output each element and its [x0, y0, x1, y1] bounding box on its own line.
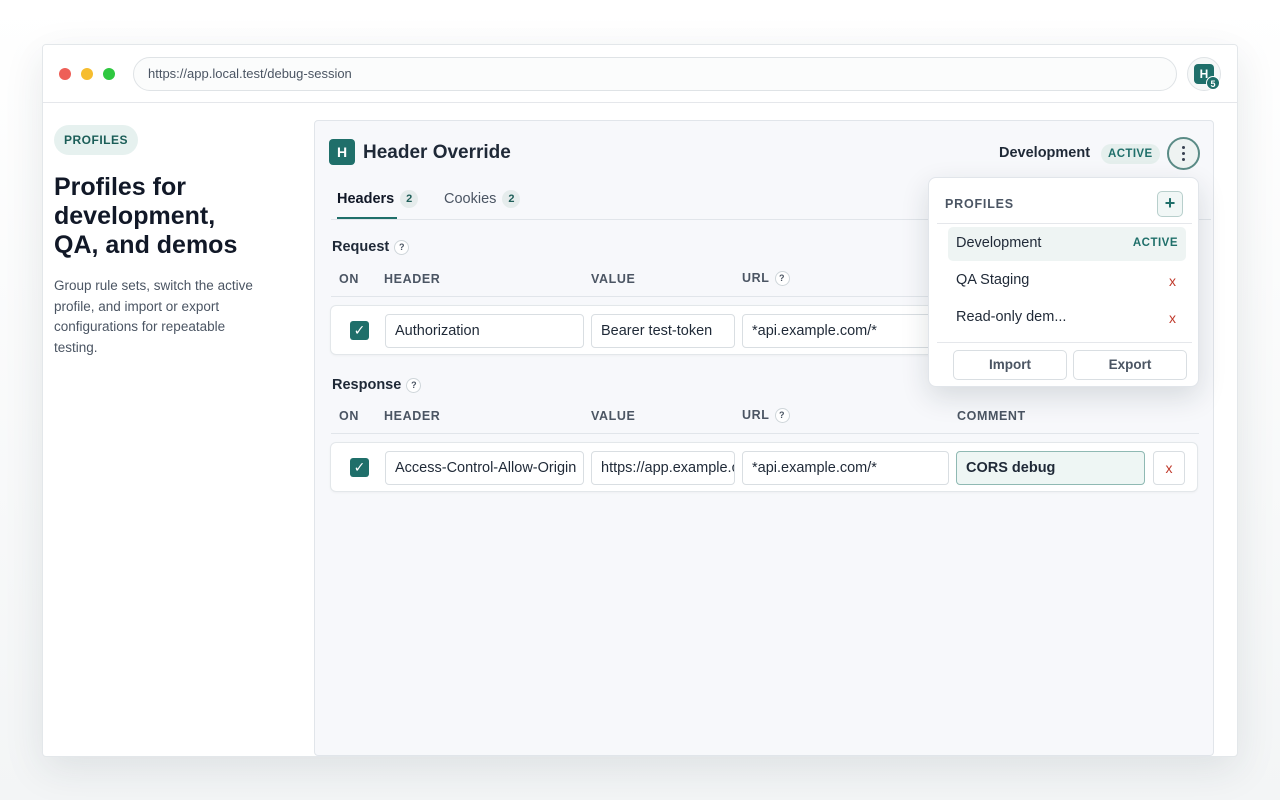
table-row: ✓ Access-Control-Allow-Origin https://ap…: [330, 442, 1198, 492]
header-name-input[interactable]: Authorization: [385, 314, 584, 348]
dropdown-divider: [937, 223, 1192, 224]
maximize-window-icon[interactable]: [103, 68, 115, 80]
column-url-text: URL: [742, 408, 770, 422]
kebab-menu-icon: [1182, 146, 1185, 164]
column-on: ON: [339, 409, 359, 423]
response-title-text: Response: [332, 377, 402, 393]
column-value: VALUE: [591, 409, 636, 423]
close-window-icon[interactable]: [59, 68, 71, 80]
column-url-text: URL: [742, 271, 770, 285]
header-value-input[interactable]: https://app.example.com: [591, 451, 735, 485]
rule-enabled-checkbox[interactable]: ✓: [350, 458, 369, 477]
header-value-input[interactable]: Bearer test-token: [591, 314, 735, 348]
help-icon[interactable]: ?: [394, 240, 410, 255]
export-button[interactable]: Export: [1073, 350, 1187, 380]
tab-label: Headers: [337, 191, 395, 207]
column-url: URL?: [742, 271, 790, 286]
column-url: URL?: [742, 408, 790, 423]
header-name-input[interactable]: Access-Control-Allow-Origin: [385, 451, 584, 485]
help-icon[interactable]: ?: [406, 378, 422, 393]
address-bar[interactable]: https://app.local.test/debug-session: [133, 57, 1177, 91]
tab-count: 2: [400, 190, 419, 208]
add-profile-button[interactable]: +: [1157, 191, 1183, 217]
profile-label: Development: [956, 235, 1042, 251]
column-comment: COMMENT: [957, 409, 1026, 423]
app-logo-icon: H: [329, 139, 355, 165]
url-pattern-input[interactable]: *api.example.com/*: [742, 451, 949, 485]
column-on: ON: [339, 272, 359, 286]
tab-count: 2: [502, 190, 521, 208]
profile-item-read-only-demo[interactable]: Read-only dem... x: [948, 301, 1186, 335]
extension-badge: 5: [1206, 76, 1220, 90]
dropdown-divider: [937, 342, 1192, 343]
url-pattern-input[interactable]: *api.example.com/*: [742, 314, 942, 348]
delete-rule-button[interactable]: x: [1153, 451, 1185, 485]
panel-title: Header Override: [363, 142, 511, 163]
rule-enabled-checkbox[interactable]: ✓: [350, 321, 369, 340]
profiles-menu-button[interactable]: [1167, 137, 1200, 170]
comment-input[interactable]: CORS debug: [956, 451, 1145, 485]
tab-cookies[interactable]: Cookies 2: [444, 190, 521, 208]
help-icon[interactable]: ?: [774, 271, 790, 286]
profiles-dropdown: PROFILES + Development ACTIVE QA Staging…: [928, 177, 1199, 387]
active-profile-name: Development: [999, 145, 1091, 161]
profile-item-qa-staging[interactable]: QA Staging x: [948, 264, 1186, 298]
section-pill: PROFILES: [54, 125, 139, 155]
browser-toolbar: https://app.local.test/debug-session H 5: [43, 45, 1237, 103]
delete-profile-button[interactable]: x: [1169, 310, 1176, 326]
active-status-badge: ACTIVE: [1132, 237, 1178, 249]
column-header: HEADER: [384, 272, 441, 286]
delete-profile-button[interactable]: x: [1169, 273, 1176, 289]
tab-headers[interactable]: Headers 2: [337, 190, 419, 208]
page-description: Group rule sets, switch the active profi…: [54, 278, 253, 355]
profile-label: QA Staging: [956, 272, 1030, 288]
extension-button[interactable]: H 5: [1187, 57, 1221, 91]
column-header: HEADER: [384, 409, 441, 423]
minimize-window-icon[interactable]: [81, 68, 93, 80]
page-title: Profiles for development, QA, and demos: [54, 173, 238, 259]
browser-window: https://app.local.test/debug-session H 5…: [42, 44, 1238, 757]
tab-label: Cookies: [444, 191, 497, 207]
profile-item-development[interactable]: Development ACTIVE: [948, 227, 1186, 261]
response-section-title: Response?: [332, 377, 422, 393]
request-section-title: Request?: [332, 239, 410, 255]
column-value: VALUE: [591, 272, 636, 286]
request-title-text: Request: [332, 239, 390, 255]
active-status-badge: ACTIVE: [1101, 144, 1160, 164]
profile-label: Read-only dem...: [956, 309, 1067, 325]
help-icon[interactable]: ?: [774, 408, 790, 423]
response-header-divider: [331, 433, 1199, 434]
import-button[interactable]: Import: [953, 350, 1067, 380]
dropdown-title: PROFILES: [945, 197, 1014, 211]
